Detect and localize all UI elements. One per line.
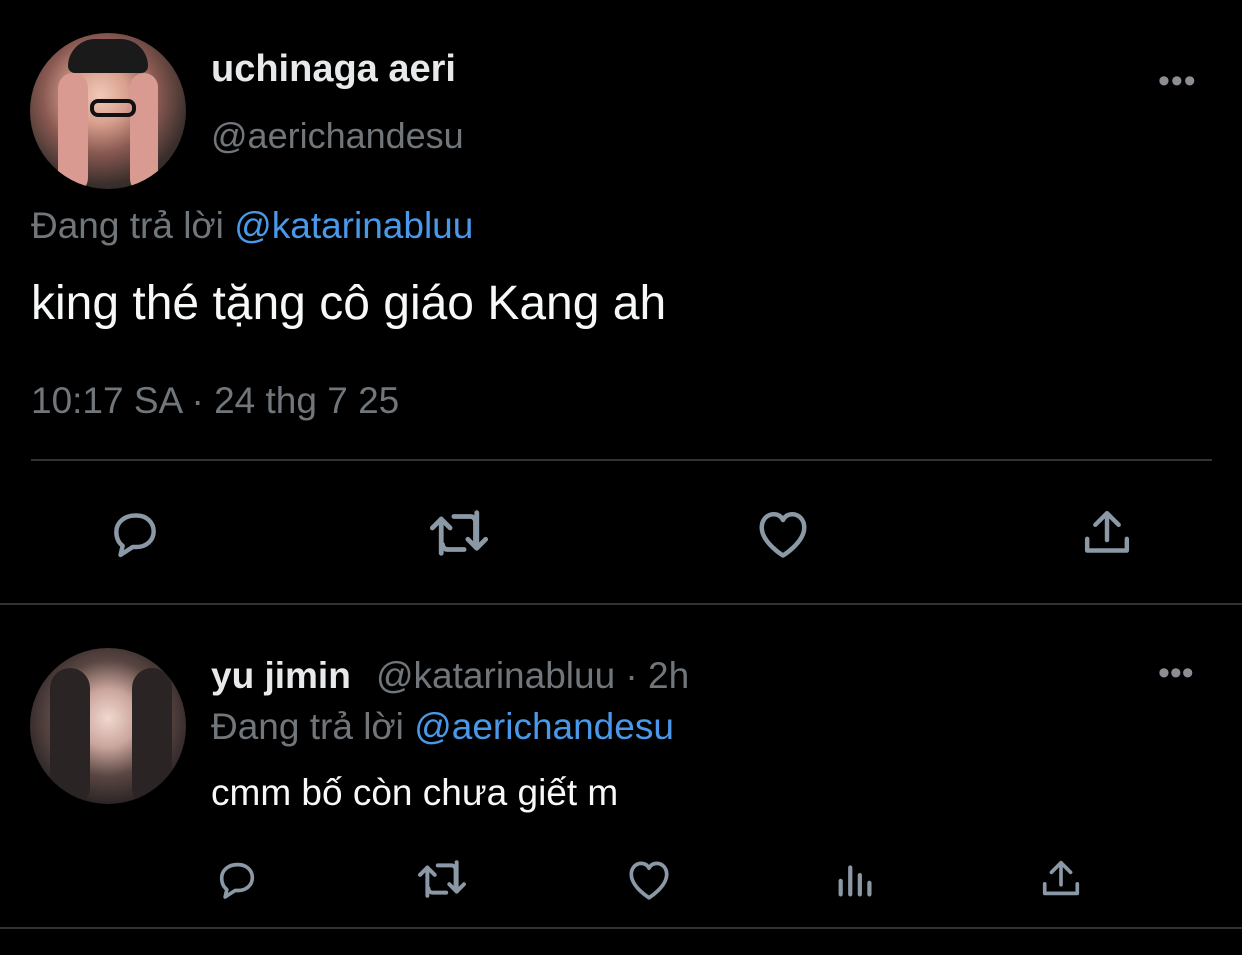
share-icon — [1042, 860, 1080, 896]
avatar-hair-left — [58, 73, 88, 189]
reply-icon — [219, 862, 255, 899]
retweet-button[interactable] — [413, 855, 471, 903]
avatar-hat — [68, 39, 148, 73]
main-tweet: uchinaga aeri @aerichandesu ••• Đang trả… — [0, 0, 1242, 605]
reply-author-name[interactable]: yu jimin — [211, 655, 351, 697]
reply-author-handle-time[interactable]: @katarinabluu · 2h — [376, 655, 689, 697]
like-icon — [759, 512, 807, 558]
more-options-icon[interactable]: ••• — [1158, 656, 1194, 690]
tweet-text: king thé tặng cô giáo Kang ah — [31, 277, 667, 330]
author-name[interactable]: uchinaga aeri — [211, 48, 456, 91]
replying-to-handle-link[interactable]: @katarinabluu — [234, 205, 473, 246]
divider — [31, 459, 1212, 461]
replying-to-line: Đang trả lời @katarinabluu — [31, 205, 473, 247]
replying-to-handle-link[interactable]: @aerichandesu — [414, 706, 674, 747]
avatar-glasses — [90, 99, 136, 117]
author-handle[interactable]: @aerichandesu — [211, 115, 464, 157]
replying-prefix: Đang trả lời — [211, 706, 404, 747]
like-button[interactable] — [624, 855, 674, 903]
reply-icon — [114, 513, 156, 558]
replying-prefix: Đang trả lời — [31, 205, 224, 246]
author-avatar[interactable] — [30, 33, 186, 189]
avatar-hair-left — [50, 668, 90, 804]
retweet-button[interactable] — [424, 503, 494, 563]
reply-author-avatar[interactable] — [30, 648, 186, 804]
retweet-icon — [418, 860, 466, 898]
retweet-icon — [429, 510, 489, 556]
share-button[interactable] — [1036, 855, 1086, 903]
like-icon — [629, 861, 669, 900]
reply-button[interactable] — [212, 855, 262, 903]
reply-tweet-text: cmm bố còn chưa giết m — [211, 772, 619, 813]
divider — [0, 603, 1242, 605]
more-options-icon[interactable]: ••• — [1158, 64, 1197, 98]
divider — [0, 927, 1242, 929]
share-button[interactable] — [1078, 503, 1136, 563]
share-icon — [1084, 510, 1130, 553]
views-icon — [838, 865, 872, 897]
replying-to-line: Đang trả lời @aerichandesu — [211, 706, 674, 748]
views-button[interactable] — [832, 855, 880, 903]
reply-button[interactable] — [103, 503, 167, 563]
avatar-hair-right — [130, 73, 158, 189]
avatar-hair-right — [132, 668, 172, 804]
tweet-timestamp[interactable]: 10:17 SA · 24 thg 7 25 — [31, 380, 399, 422]
like-button[interactable] — [752, 503, 814, 563]
